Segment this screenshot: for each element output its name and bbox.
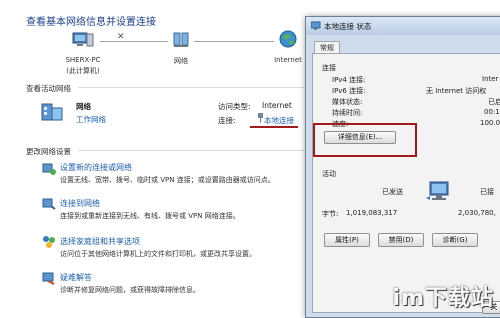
diagnose-button[interactable]: 诊断(G) — [432, 233, 478, 247]
change-settings-title: 更改网络设置 — [26, 147, 71, 156]
properties-button[interactable]: 属性(P) — [324, 233, 370, 247]
disconnect-x-icon: ✕ — [117, 32, 125, 42]
details-highlight-box — [313, 123, 417, 157]
connection-underline — [250, 126, 298, 128]
computer-name: SHERX-PC — [65, 56, 101, 64]
dialog-title: 本地连接 状态 — [324, 22, 372, 31]
active-networks-title: 查看活动网络 — [26, 84, 71, 93]
internet-label: Internet — [274, 56, 302, 64]
ipv6-label: IPv6 连接: — [332, 87, 366, 95]
activity-computer-icon — [424, 180, 454, 206]
troubleshoot-desc: 诊断并修复网络问题，或获得故障排除信息。 — [60, 286, 200, 294]
new-connection-icon — [42, 162, 56, 178]
duration-value: 00:1 — [484, 108, 500, 116]
local-connection-status-dialog: 本地连接 状态 常规 连接 IPv4 连接: Inter IPv6 连接: 无 … — [305, 16, 500, 318]
dialog-network-icon — [310, 21, 321, 31]
change-settings-divider — [78, 150, 304, 151]
bytes-sent-value: 1,019,083,317 — [346, 209, 398, 217]
troubleshoot-link[interactable]: 疑难解答 — [60, 272, 92, 283]
computer-icon — [72, 32, 94, 48]
globe-icon — [279, 30, 297, 48]
homegroup-link[interactable]: 选择家庭组和共享选项 — [60, 236, 140, 247]
connection-section-title: 连接 — [322, 64, 336, 72]
page-title: 查看基本网络信息并设置连接 — [26, 17, 156, 28]
access-type-value: Internet — [262, 101, 292, 110]
received-label: 已接 — [480, 188, 494, 196]
network-icon — [172, 32, 190, 48]
ipv4-label: IPv4 连接: — [332, 76, 366, 84]
active-networks-divider — [78, 87, 304, 88]
speed-value: 100.0 — [480, 119, 500, 127]
bytes-label: 字节: — [322, 210, 339, 218]
setup-connection-desc: 设置无线、宽带、拨号、临时或 VPN 连接；或设置路由器或访问点。 — [60, 176, 275, 184]
local-connection-link[interactable]: 本地连接 — [264, 115, 294, 126]
network-label: 网络 — [174, 57, 188, 65]
network-type-link[interactable]: 工作网络 — [76, 114, 106, 125]
link-line-1 — [100, 41, 168, 42]
connect-network-desc: 连接到或重新连接到无线、有线、拨号或 VPN 网络连接。 — [60, 212, 240, 220]
connect-network-link[interactable]: 连接到网络 — [60, 198, 100, 209]
duration-label: 持续时间: — [332, 109, 363, 117]
troubleshoot-icon — [42, 271, 56, 287]
ethernet-icon — [257, 113, 264, 123]
network-house-icon — [40, 100, 66, 122]
setup-connection-link[interactable]: 设置新的连接或网络 — [60, 162, 132, 173]
connect-network-icon — [42, 197, 56, 213]
media-state-label: 媒体状态: — [332, 98, 363, 106]
active-network-name: 网络 — [76, 102, 91, 111]
activity-section-title: 活动 — [322, 170, 336, 178]
sent-label: 已发送 — [382, 188, 403, 196]
dialog-titlebar[interactable]: 本地连接 状态 — [306, 17, 500, 35]
watermark: im下载站 — [392, 286, 494, 311]
disable-button[interactable]: 禁用(D) — [378, 233, 424, 247]
computer-subtitle: (此计算机) — [66, 67, 100, 75]
ipv6-value: 无 Internet 访问权 — [426, 87, 487, 95]
homegroup-desc: 访问位于其他网络计算机上的文件和打印机，或更改共享设置。 — [60, 250, 256, 258]
homegroup-icon — [42, 235, 56, 251]
connection-label: 连接: — [218, 116, 236, 125]
access-type-label: 访问类型: — [218, 102, 251, 111]
media-state-value: 已启 — [488, 98, 500, 106]
bytes-received-value: 2,030,780, — [458, 209, 496, 217]
link-line-2 — [194, 41, 274, 42]
ipv4-value: Inter — [482, 75, 499, 83]
